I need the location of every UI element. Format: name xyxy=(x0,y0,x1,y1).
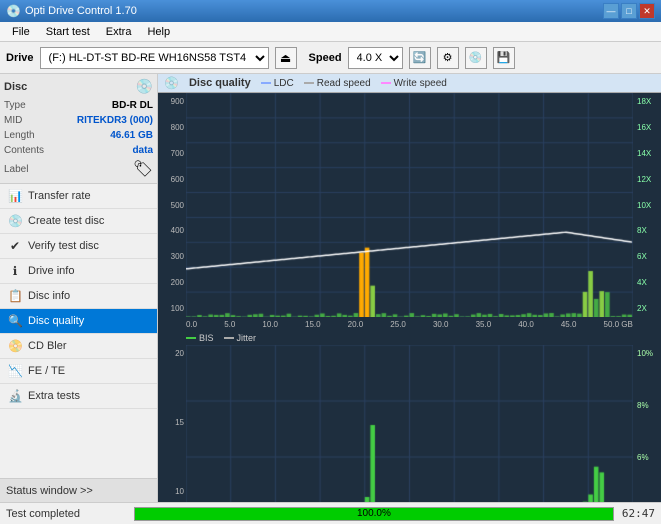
fe-te-icon: 📉 xyxy=(8,364,22,378)
create-test-icon: 💿 xyxy=(8,214,22,228)
nav-label-drive-info: Drive info xyxy=(28,265,74,277)
sidebar-item-fe-te[interactable]: 📉 FE / TE xyxy=(0,359,157,384)
sidebar: Disc 💿 Type BD-R DL MID RITEKDR3 (000) L… xyxy=(0,74,158,502)
menu-extra[interactable]: Extra xyxy=(98,24,140,40)
top-chart-x-labels: 0.0 5.0 10.0 15.0 20.0 25.0 30.0 35.0 40… xyxy=(158,317,661,331)
settings-button[interactable]: ⚙ xyxy=(437,47,459,69)
progress-bar: 100.0% xyxy=(134,507,614,521)
disc-mid-row: MID RITEKDR3 (000) xyxy=(4,114,153,128)
disc-panel: Disc 💿 Type BD-R DL MID RITEKDR3 (000) L… xyxy=(0,74,157,184)
status-text: Test completed xyxy=(6,508,126,520)
disc-length: 46.61 GB xyxy=(110,129,153,143)
sidebar-item-drive-info[interactable]: ℹ Drive info xyxy=(0,259,157,284)
disc-quality-icon: 🔍 xyxy=(8,314,22,328)
chart-header: 💿 Disc quality LDC Read speed Write spee… xyxy=(158,74,661,93)
cd-bler-icon: 📀 xyxy=(8,339,22,353)
toolbar: Drive (F:) HL-DT-ST BD-RE WH16NS58 TST4 … xyxy=(0,42,661,74)
menu-start-test[interactable]: Start test xyxy=(38,24,98,40)
maximize-button[interactable]: □ xyxy=(621,3,637,19)
eject-button[interactable]: ⏏ xyxy=(275,47,297,69)
menubar: File Start test Extra Help xyxy=(0,22,661,42)
drive-select[interactable]: (F:) HL-DT-ST BD-RE WH16NS58 TST4 xyxy=(40,47,269,69)
label-icon[interactable]: 🏷 xyxy=(133,159,153,179)
nav-label-disc-info: Disc info xyxy=(28,290,70,302)
disc-label-row: Label 🏷 xyxy=(4,159,153,179)
menu-help[interactable]: Help xyxy=(139,24,178,40)
extra-tests-icon: 🔬 xyxy=(8,389,22,403)
progress-fill: 100.0% xyxy=(135,508,613,520)
nav-label-cd-bler: CD Bler xyxy=(28,340,67,352)
speed-label: Speed xyxy=(309,52,342,64)
disc-type: BD-R DL xyxy=(112,99,153,113)
sidebar-item-disc-info[interactable]: 📋 Disc info xyxy=(0,284,157,309)
disc-panel-icon: 💿 xyxy=(136,78,153,95)
disc-header: Disc 💿 xyxy=(4,78,153,95)
sidebar-item-extra-tests[interactable]: 🔬 Extra tests xyxy=(0,384,157,409)
disc-icon-button[interactable]: 💿 xyxy=(465,47,487,69)
bottom-chart-area: 20 15 10 5 10% 8% 6% 4% 2% xyxy=(158,345,661,502)
save-button[interactable]: 💾 xyxy=(493,47,515,69)
disc-info-icon: 📋 xyxy=(8,289,22,303)
nav-label-verify-test-disc: Verify test disc xyxy=(28,240,99,252)
nav-items: 📊 Transfer rate 💿 Create test disc ✔ Ver… xyxy=(0,184,157,478)
disc-title: Disc xyxy=(4,81,27,93)
menu-file[interactable]: File xyxy=(4,24,38,40)
app-icon: 💿 xyxy=(6,4,21,18)
nav-label-create-test-disc: Create test disc xyxy=(28,215,104,227)
main-layout: Disc 💿 Type BD-R DL MID RITEKDR3 (000) L… xyxy=(0,74,661,502)
titlebar-controls[interactable]: — □ ✕ xyxy=(603,3,655,19)
nav-label-fe-te: FE / TE xyxy=(28,365,65,377)
top-chart-y-right: 18X 16X 14X 12X 10X 8X 6X 4X 2X xyxy=(633,93,661,317)
statusbar: Test completed 100.0% 62:47 xyxy=(0,502,661,524)
disc-mid: RITEKDR3 (000) xyxy=(77,114,153,128)
time-display: 62:47 xyxy=(622,507,655,520)
status-window-label: Status window >> xyxy=(6,485,93,497)
verify-test-icon: ✔ xyxy=(8,239,22,253)
nav-label-transfer-rate: Transfer rate xyxy=(28,190,91,202)
bottom-chart-header: BIS Jitter xyxy=(158,331,661,345)
transfer-rate-icon: 📊 xyxy=(8,189,22,203)
top-chart-y-left: 900 800 700 600 500 400 300 200 100 xyxy=(158,93,186,317)
nav-label-disc-quality: Disc quality xyxy=(28,315,84,327)
sidebar-item-create-test-disc[interactable]: 💿 Create test disc xyxy=(0,209,157,234)
app-title: Opti Drive Control 1.70 xyxy=(25,5,137,17)
bottom-chart-canvas xyxy=(186,345,633,502)
charts-container: 900 800 700 600 500 400 300 200 100 18X … xyxy=(158,93,661,502)
legend-bis: BIS xyxy=(186,333,214,343)
sidebar-item-verify-test-disc[interactable]: ✔ Verify test disc xyxy=(0,234,157,259)
legend-read-speed: Read speed xyxy=(304,78,371,89)
minimize-button[interactable]: — xyxy=(603,3,619,19)
top-chart-area: 900 800 700 600 500 400 300 200 100 18X … xyxy=(158,93,661,317)
legend-write-speed: Write speed xyxy=(381,78,447,89)
status-window[interactable]: Status window >> xyxy=(0,478,157,502)
sidebar-item-disc-quality[interactable]: 🔍 Disc quality xyxy=(0,309,157,334)
titlebar: 💿 Opti Drive Control 1.70 — □ ✕ xyxy=(0,0,661,22)
titlebar-left: 💿 Opti Drive Control 1.70 xyxy=(6,4,137,18)
top-chart-canvas xyxy=(186,93,633,317)
sidebar-item-cd-bler[interactable]: 📀 CD Bler xyxy=(0,334,157,359)
content-area: 💿 Disc quality LDC Read speed Write spee… xyxy=(158,74,661,502)
legend-ldc: LDC xyxy=(261,78,294,89)
refresh-button[interactable]: 🔄 xyxy=(409,47,431,69)
disc-contents-row: Contents data xyxy=(4,144,153,158)
disc-type-row: Type BD-R DL xyxy=(4,99,153,113)
disc-contents: data xyxy=(132,144,153,158)
nav-label-extra-tests: Extra tests xyxy=(28,390,80,402)
legend-jitter: Jitter xyxy=(224,333,257,343)
drive-info-icon: ℹ xyxy=(8,264,22,278)
drive-label: Drive xyxy=(6,52,34,64)
speed-select[interactable]: 4.0 X xyxy=(348,47,403,69)
chart-title: Disc quality xyxy=(189,77,251,89)
bottom-chart-y-right: 10% 8% 6% 4% 2% xyxy=(633,345,661,502)
sidebar-item-transfer-rate[interactable]: 📊 Transfer rate xyxy=(0,184,157,209)
disc-length-row: Length 46.61 GB xyxy=(4,129,153,143)
bottom-chart-y-left: 20 15 10 5 xyxy=(158,345,186,502)
close-button[interactable]: ✕ xyxy=(639,3,655,19)
progress-label: 100.0% xyxy=(357,508,391,519)
